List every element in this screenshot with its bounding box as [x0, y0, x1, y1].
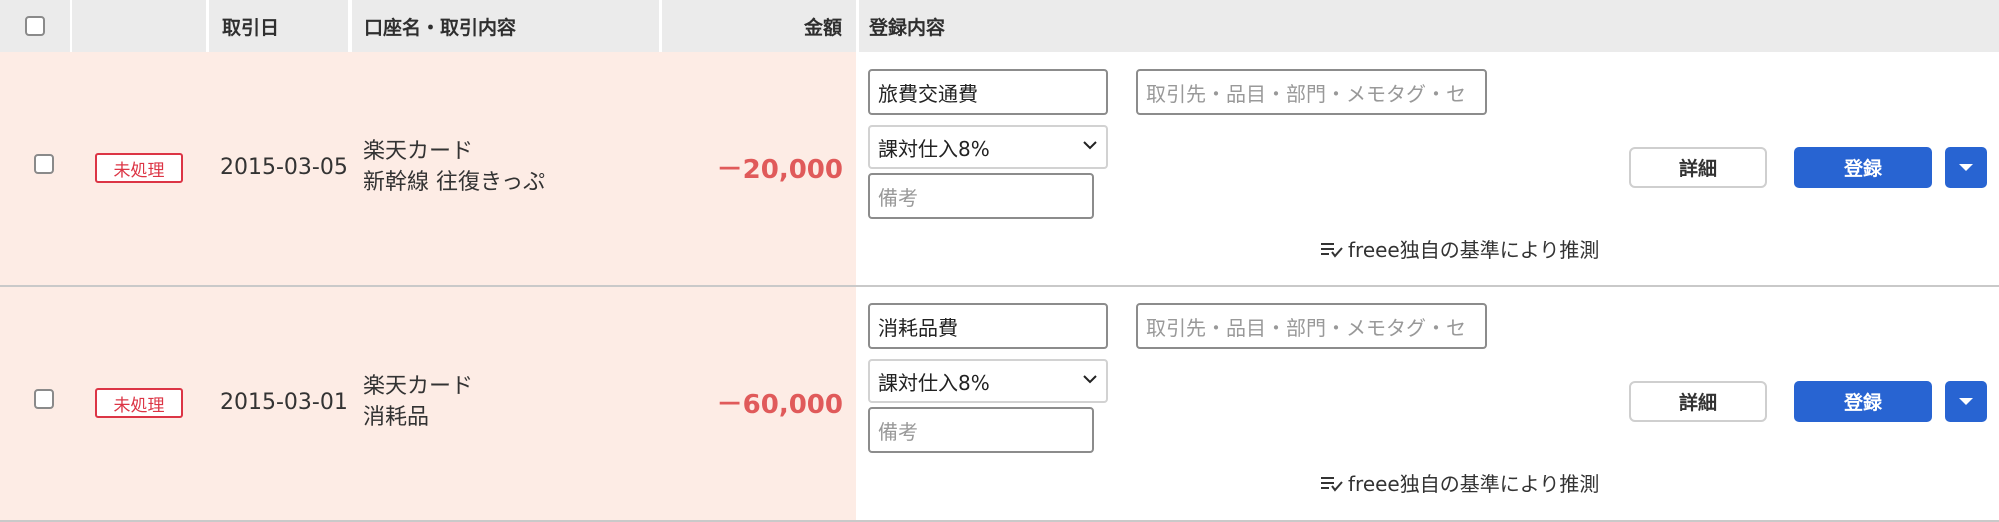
estimation-hint: freee独自の基準により推測	[1320, 468, 1599, 497]
account-info: 楽天カード 消耗品	[363, 371, 473, 433]
transaction-date: 2015-03-01	[220, 390, 348, 415]
tag-placeholder: 取引先・品目・部門・メモタグ・セ	[1146, 315, 1466, 340]
memo-placeholder: 備考	[878, 185, 918, 210]
transactions-table: 取引日 口座名・取引内容 金額 登録内容 未処理 2015-03-05 楽天カー…	[0, 0, 1999, 522]
category-value: 旅費交通費	[878, 81, 978, 106]
transaction-amount: －60,000	[716, 390, 843, 420]
detail-button[interactable]: 詳細	[1629, 147, 1767, 188]
category-value: 消耗品費	[878, 315, 958, 340]
header-select-cell	[0, 0, 70, 52]
table-row: 未処理 2015-03-01 楽天カード 消耗品 －60,000 消耗品費 取引…	[0, 287, 1999, 522]
status-badge: 未処理	[95, 153, 183, 183]
row-checkbox[interactable]	[34, 389, 54, 409]
register-button[interactable]: 登録	[1794, 147, 1932, 188]
register-button[interactable]: 登録	[1794, 381, 1932, 422]
tax-select[interactable]: 課対仕入8%	[868, 125, 1108, 169]
transaction-description: 消耗品	[363, 405, 430, 430]
memo-input[interactable]: 備考	[868, 173, 1094, 219]
memo-input[interactable]: 備考	[868, 407, 1094, 453]
account-name: 楽天カード	[363, 374, 474, 399]
transaction-description: 新幹線 往復きっぷ	[363, 170, 546, 195]
chevron-down-icon	[1083, 141, 1097, 150]
header-status-cell	[72, 0, 206, 52]
account-info: 楽天カード 新幹線 往復きっぷ	[363, 136, 545, 198]
register-options-button[interactable]	[1945, 147, 1987, 188]
memo-placeholder: 備考	[878, 419, 918, 444]
tax-select[interactable]: 課対仕入8%	[868, 359, 1108, 403]
header-register: 登録内容	[859, 0, 1999, 52]
caret-down-icon	[1959, 397, 1973, 405]
table-header: 取引日 口座名・取引内容 金額 登録内容	[0, 0, 1999, 52]
header-amount[interactable]: 金額	[662, 0, 856, 52]
tax-value: 課対仕入8%	[878, 136, 990, 161]
table-row: 未処理 2015-03-05 楽天カード 新幹線 往復きっぷ －20,000 旅…	[0, 52, 1999, 287]
header-date[interactable]: 取引日	[209, 0, 348, 52]
estimation-hint-text: freee独自の基準により推測	[1348, 472, 1600, 496]
category-input[interactable]: 消耗品費	[868, 303, 1108, 349]
transaction-amount: －20,000	[716, 155, 843, 185]
tag-placeholder: 取引先・品目・部門・メモタグ・セ	[1146, 81, 1466, 106]
estimation-hint-text: freee独自の基準により推測	[1348, 238, 1600, 262]
tax-value: 課対仕入8%	[878, 370, 990, 395]
caret-down-icon	[1959, 163, 1973, 171]
status-badge: 未処理	[95, 388, 183, 418]
tag-input[interactable]: 取引先・品目・部門・メモタグ・セ	[1136, 303, 1487, 349]
account-name: 楽天カード	[363, 139, 474, 164]
list-check-icon	[1321, 242, 1343, 258]
select-all-checkbox[interactable]	[25, 16, 45, 36]
row-checkbox[interactable]	[34, 154, 54, 174]
list-check-icon	[1321, 476, 1343, 492]
register-options-button[interactable]	[1945, 381, 1987, 422]
category-input[interactable]: 旅費交通費	[868, 69, 1108, 115]
chevron-down-icon	[1083, 375, 1097, 384]
detail-button[interactable]: 詳細	[1629, 381, 1767, 422]
tag-input[interactable]: 取引先・品目・部門・メモタグ・セ	[1136, 69, 1487, 115]
transaction-date: 2015-03-05	[220, 155, 348, 180]
header-account: 口座名・取引内容	[352, 0, 659, 52]
estimation-hint: freee独自の基準により推測	[1320, 234, 1599, 263]
